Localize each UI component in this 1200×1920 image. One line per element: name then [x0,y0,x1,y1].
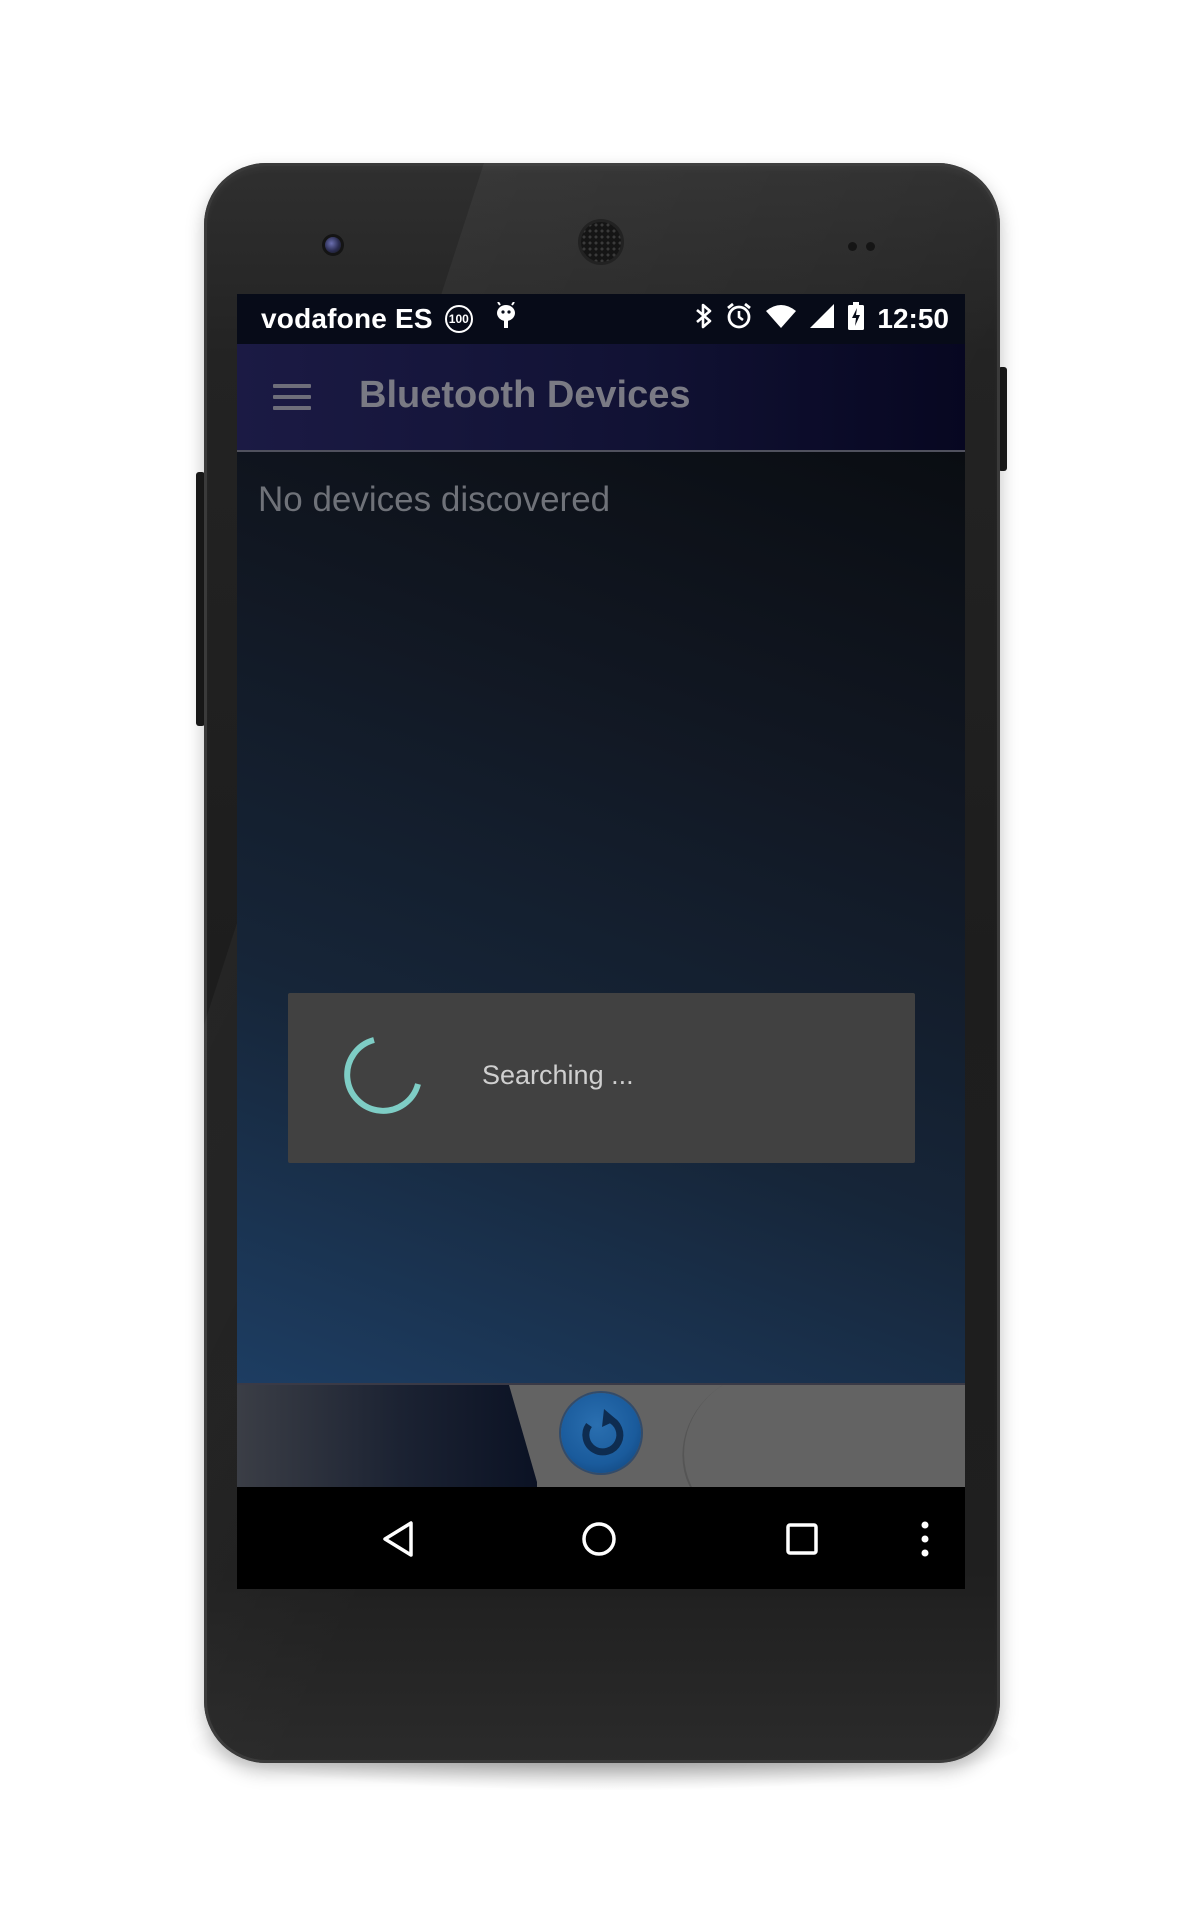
bottom-action-bar [237,1383,965,1487]
bluetooth-icon [695,302,713,337]
device-list-area: No devices discovered Searching ... [237,452,965,1383]
back-icon [383,1521,413,1557]
proximity-sensors [848,238,888,251]
searching-progress-dialog: Searching ... [288,993,915,1163]
carrier-name: vodafone ES [261,303,433,334]
bottom-bar-wave [656,1385,840,1487]
dialog-message: Searching ... [482,1060,634,1090]
status-bar: vodafone ES 100 12:50 [237,294,965,344]
wifi-icon [765,303,797,336]
overflow-menu-button[interactable] [913,1513,937,1565]
device-mockup-stage: vodafone ES 100 12:50 Bluetooth Devices … [0,0,1200,1920]
empty-state-message: No devices discovered [258,480,611,519]
refresh-icon [582,1409,624,1456]
page-title: Bluetooth Devices [359,374,691,416]
refresh-button[interactable] [561,1393,641,1473]
bottom-bar-graphic [237,1385,537,1487]
notification-badge: 100 [444,305,473,333]
phone-screen: vodafone ES 100 12:50 Bluetooth Devices … [237,294,965,1589]
home-button[interactable] [573,1513,625,1565]
alarm-icon [725,302,753,337]
android-debug-icon [495,300,517,337]
overflow-menu-icon [921,1521,929,1557]
system-navigation-bar [237,1487,965,1589]
hamburger-menu-icon[interactable] [273,382,313,412]
front-camera [325,237,341,253]
battery-charging-icon [847,301,865,337]
loading-spinner-icon [344,1037,421,1114]
home-icon [582,1522,616,1556]
recents-button[interactable] [776,1513,828,1565]
status-clock: 12:50 [877,303,949,334]
back-button[interactable] [373,1513,425,1565]
earpiece-speaker [581,222,621,262]
signal-icon [809,303,835,336]
recents-icon [786,1523,818,1555]
app-toolbar: Bluetooth Devices [237,344,965,452]
